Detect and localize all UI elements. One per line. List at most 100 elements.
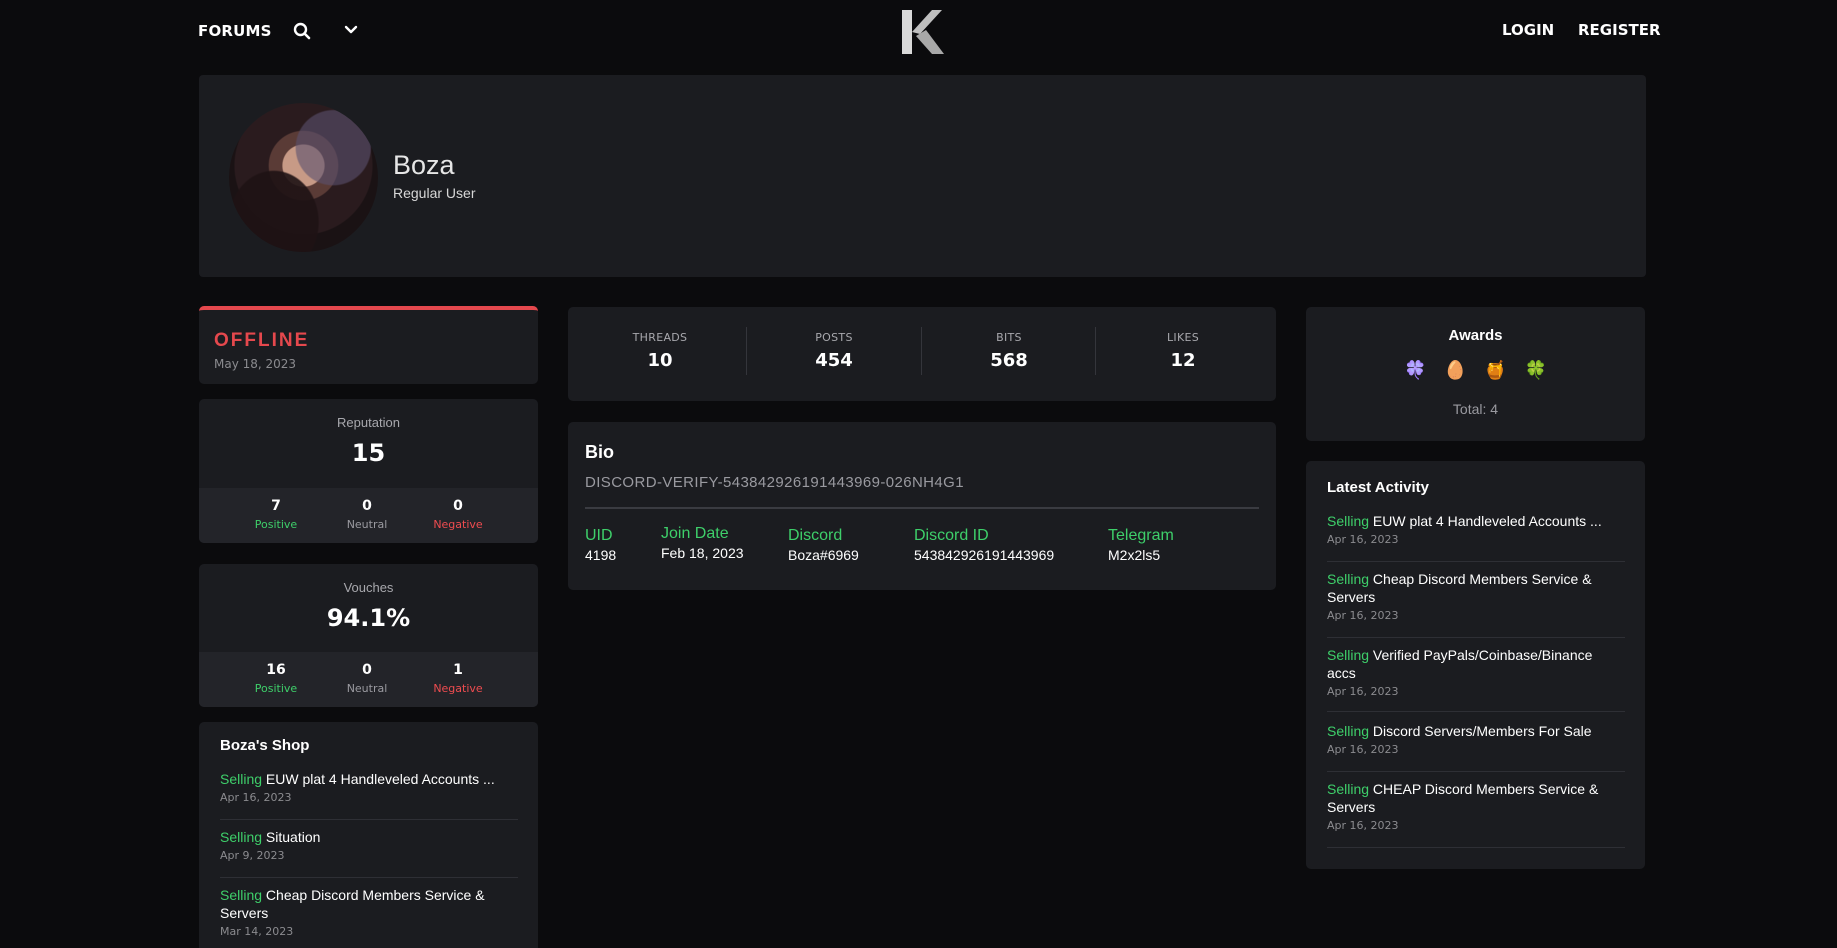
label: POSTS — [815, 331, 853, 344]
bits-count: BITS 568 — [922, 331, 1096, 371]
search-icon[interactable] — [293, 22, 313, 42]
reputation-label: Reputation — [337, 415, 400, 430]
login-link[interactable]: LOGIN — [1502, 21, 1554, 39]
stats-card: THREADS 10 POSTS 454 BITS 568 LIKES 12 — [568, 307, 1276, 401]
item-title[interactable]: Situation — [266, 829, 320, 845]
likes-count: LIKES 12 — [1096, 331, 1270, 371]
item-title[interactable]: EUW plat 4 Handleveled Accounts ... — [1373, 513, 1602, 529]
bio-title: Bio — [585, 442, 614, 462]
label: BITS — [996, 331, 1022, 344]
discord-field: Discord Boza#6969 — [788, 527, 859, 563]
awards-total: Total: 4 — [1452, 401, 1499, 417]
activity-item[interactable]: Selling Verified PayPals/Coinbase/Binanc… — [1327, 646, 1625, 712]
field-label: Telegram — [1108, 527, 1174, 544]
count: 16 — [266, 662, 286, 678]
item-date: Apr 16, 2023 — [1327, 819, 1399, 832]
uid-field: UID 4198 — [585, 527, 616, 563]
activity-item[interactable]: Selling CHEAP Discord Members Service & … — [1327, 780, 1625, 848]
item-title[interactable]: Discord Servers/Members For Sale — [1373, 723, 1592, 739]
telegram-field: Telegram M2x2ls5 — [1108, 527, 1174, 563]
online-status: OFFLINE — [214, 330, 310, 351]
shop-item[interactable]: Selling Situation Apr 9, 2023 — [220, 828, 518, 878]
clover-award-icon[interactable]: 🍀 — [1525, 360, 1547, 381]
avatar — [229, 103, 378, 252]
pot-award-icon[interactable]: 🍯 — [1484, 360, 1506, 381]
value: 568 — [990, 350, 1028, 371]
item-date: Apr 16, 2023 — [1327, 609, 1399, 622]
egg-award-icon[interactable]: 🥚 — [1444, 360, 1466, 381]
selling-tag: Selling — [1327, 723, 1370, 739]
vouches-value: 94.1% — [326, 604, 411, 632]
count: 0 — [362, 662, 372, 678]
label: Neutral — [346, 518, 388, 531]
item-date: Apr 16, 2023 — [1327, 533, 1399, 546]
latest-activity-card: Latest Activity Selling EUW plat 4 Handl… — [1306, 461, 1645, 869]
status-card: OFFLINE May 18, 2023 — [199, 306, 538, 384]
field-label: Discord — [788, 527, 843, 544]
selling-tag: Selling — [220, 829, 263, 845]
vouches-negative: 1 Negative — [413, 662, 503, 695]
field-label: Join Date — [661, 525, 729, 542]
shop-item[interactable]: Selling Cheap Discord Members Service & … — [220, 886, 518, 948]
user-title: Regular User — [393, 185, 476, 201]
awards-card: Awards 🍀 🥚 🍯 🍀 Total: 4 — [1306, 307, 1645, 441]
latest-activity-title: Latest Activity — [1327, 479, 1429, 496]
chevron-down-icon[interactable] — [343, 22, 363, 42]
shop-item[interactable]: Selling EUW plat 4 Handleveled Accounts … — [220, 770, 518, 820]
activity-item[interactable]: Selling Cheap Discord Members Service & … — [1327, 570, 1625, 638]
vouches-breakdown: 16 Positive 0 Neutral 1 Negative — [199, 652, 538, 707]
value: 454 — [815, 350, 853, 371]
selling-tag: Selling — [220, 771, 263, 787]
reputation-positive: 7 Positive — [231, 498, 321, 531]
shop-title: Boza's Shop — [220, 737, 310, 754]
discord-id-field: Discord ID 543842926191443969 — [914, 527, 1054, 563]
label: Positive — [254, 518, 298, 531]
vouches-neutral: 0 Neutral — [322, 662, 412, 695]
field-value: Feb 18, 2023 — [661, 545, 744, 561]
label: THREADS — [632, 331, 688, 344]
reputation-breakdown: 7 Positive 0 Neutral 0 Negative — [199, 488, 538, 543]
award-icons: 🍀 🥚 🍯 🍀 — [1306, 360, 1645, 381]
selling-tag: Selling — [1327, 781, 1370, 797]
label: Negative — [433, 518, 483, 531]
value: 10 — [647, 350, 673, 371]
count: 0 — [453, 498, 463, 514]
label: Neutral — [346, 682, 388, 695]
vouches-card: Vouches 94.1% 16 Positive 0 Neutral 1 Ne… — [199, 564, 538, 707]
register-link[interactable]: REGISTER — [1578, 21, 1661, 39]
reputation-negative: 0 Negative — [413, 498, 503, 531]
forums-link[interactable]: FORUMS — [198, 22, 272, 40]
username: Boza — [393, 150, 455, 180]
field-value: Boza#6969 — [788, 547, 859, 563]
vouches-positive: 16 Positive — [231, 662, 321, 695]
bio-card: Bio DISCORD-VERIFY-543842926191443969-02… — [568, 422, 1276, 590]
bio-text: DISCORD-VERIFY-543842926191443969-026NH4… — [585, 474, 964, 491]
posts-count: POSTS 454 — [747, 331, 921, 371]
item-date: Mar 14, 2023 — [220, 925, 294, 938]
top-nav: FORUMS LOGIN REGISTER — [0, 0, 1837, 64]
vouches-label: Vouches — [343, 580, 394, 595]
site-logo[interactable] — [898, 8, 948, 56]
count: 7 — [271, 498, 281, 514]
field-label: UID — [585, 527, 613, 544]
count: 0 — [362, 498, 372, 514]
field-value: 543842926191443969 — [914, 547, 1055, 563]
label: Positive — [254, 682, 298, 695]
value: 12 — [1170, 350, 1196, 371]
field-value: 4198 — [585, 547, 617, 563]
activity-item[interactable]: Selling EUW plat 4 Handleveled Accounts … — [1327, 512, 1625, 562]
shop-card: Boza's Shop Selling EUW plat 4 Handlevel… — [199, 722, 538, 948]
item-title[interactable]: EUW plat 4 Handleveled Accounts ... — [266, 771, 495, 787]
label: LIKES — [1166, 331, 1200, 344]
reputation-neutral: 0 Neutral — [322, 498, 412, 531]
awards-title: Awards — [1448, 327, 1503, 344]
field-value: M2x2ls5 — [1108, 547, 1161, 563]
activity-item[interactable]: Selling Discord Servers/Members For Sale… — [1327, 722, 1625, 772]
purple-clover-award-icon[interactable]: 🍀 — [1404, 360, 1426, 381]
threads-count: THREADS 10 — [573, 331, 747, 371]
divider — [585, 507, 1259, 509]
item-date: Apr 16, 2023 — [1327, 743, 1399, 756]
item-date: Apr 9, 2023 — [220, 849, 285, 862]
selling-tag: Selling — [1327, 571, 1370, 587]
last-seen-date: May 18, 2023 — [214, 357, 297, 371]
